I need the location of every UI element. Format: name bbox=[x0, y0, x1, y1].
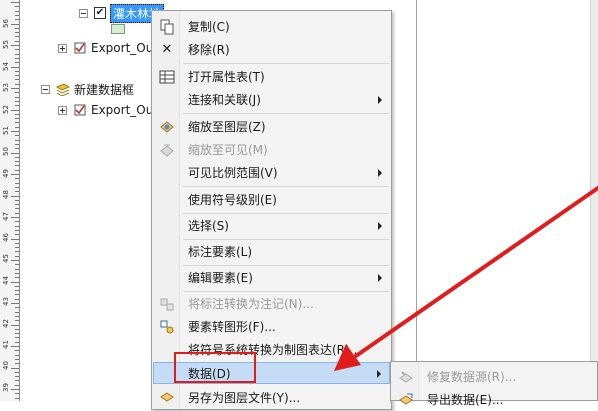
annotation-arrow bbox=[334, 186, 598, 371]
